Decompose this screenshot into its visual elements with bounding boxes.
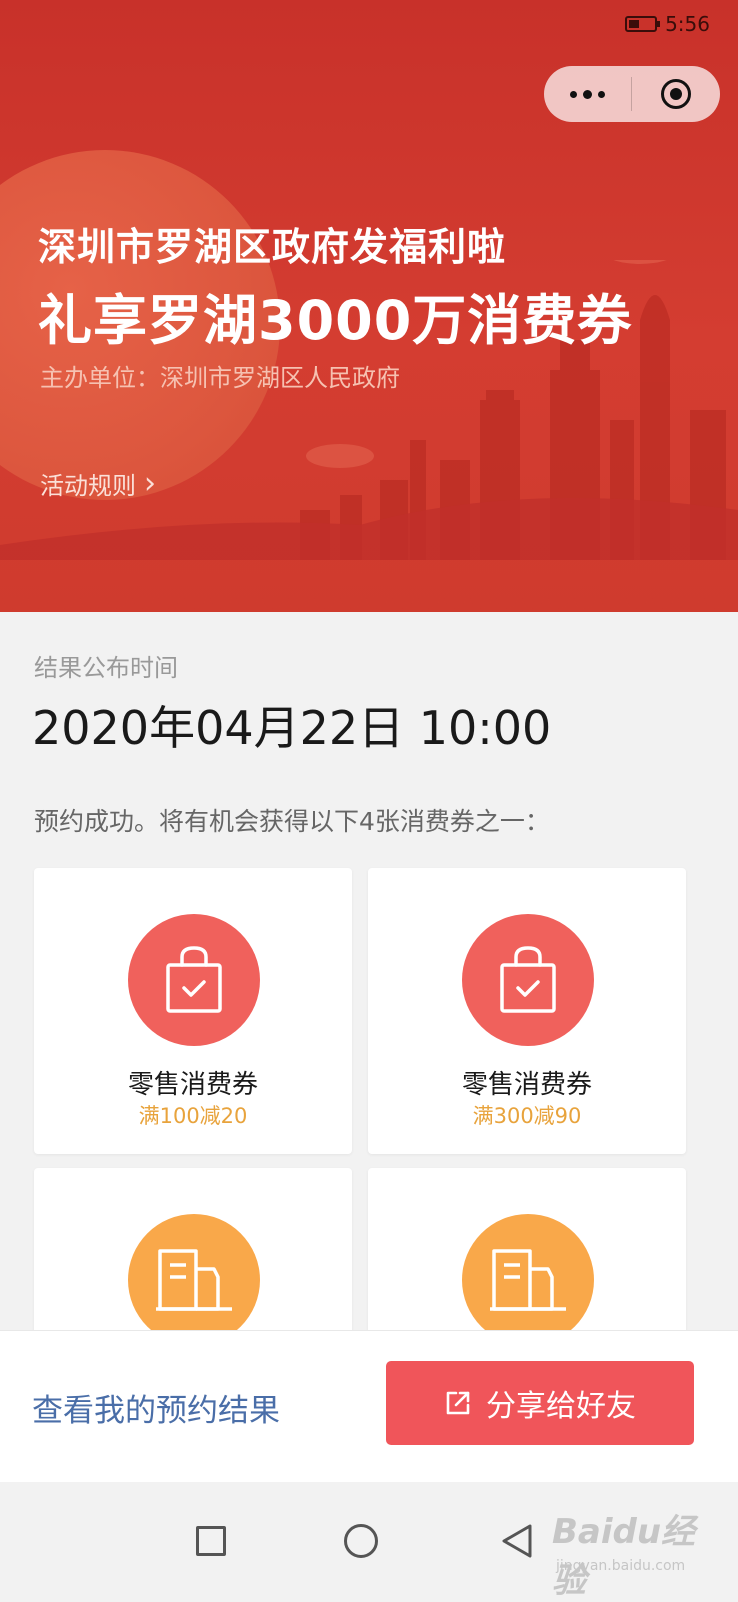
watermark-sub-text: jingyan.baidu.com: [556, 1558, 686, 1574]
share-to-friends-button[interactable]: 分享给好友: [386, 1361, 694, 1445]
target-circle-icon: [661, 79, 691, 109]
coupon-icon-circle: [128, 1214, 260, 1346]
home-button[interactable]: [338, 1518, 384, 1564]
coupon-icon-circle: [462, 914, 594, 1046]
chevron-right-icon: ›: [144, 465, 156, 501]
building-icon: [156, 1249, 232, 1311]
dot-icon: [583, 89, 592, 99]
result-datetime: 2020年04月22日 10:00: [32, 701, 552, 755]
coupon-icon-circle: [462, 1214, 594, 1346]
watermark-main-text: Baidu经验: [552, 1512, 696, 1601]
banner-title-line2: 礼享罗湖3000万消费券: [38, 289, 633, 352]
scalloped-edge: [0, 598, 738, 620]
status-time: 5:56: [665, 12, 710, 36]
baidu-watermark: Baidu经验 jingyan.baidu.com: [552, 1498, 722, 1601]
result-time-label: 结果公布时间: [34, 654, 178, 682]
shopping-bag-icon: [166, 946, 222, 1013]
share-button-label: 分享给好友: [486, 1389, 636, 1424]
coupon-desc: 满300减90: [472, 1104, 582, 1128]
shopping-bag-icon: [500, 946, 556, 1013]
bottom-action-bar: 查看我的预约结果 分享给好友: [0, 1330, 738, 1483]
share-icon: [446, 1391, 470, 1415]
coupon-desc: 满100减20: [138, 1104, 248, 1128]
activity-rules-link[interactable]: 活动规则 ›: [40, 466, 156, 501]
reservation-notice: 预约成功。将有机会获得以下4张消费券之一：: [34, 807, 550, 836]
activity-banner: 5:56 深圳市罗湖区政府发福利啦 礼享罗湖3000万消费券 主办单位：深圳市罗…: [0, 0, 738, 612]
miniprogram-capsule: [544, 66, 720, 122]
coupon-name: 零售消费券: [461, 1070, 592, 1100]
coupon-card[interactable]: 零售消费券 满100减20: [34, 868, 352, 1154]
back-button[interactable]: [494, 1518, 540, 1564]
circle-icon: [344, 1524, 378, 1558]
back-triangle-icon: [502, 1524, 532, 1558]
building-icon: [490, 1249, 566, 1311]
battery-icon: [625, 16, 661, 32]
organizer-text: 主办单位：深圳市罗湖区人民政府: [40, 364, 400, 392]
coupon-name: 零售消费券: [127, 1070, 258, 1100]
close-miniprogram-button[interactable]: [632, 66, 720, 122]
coupon-card[interactable]: 零售消费券 满300减90: [368, 868, 686, 1154]
more-options-button[interactable]: [544, 66, 631, 122]
rules-link-label: 活动规则: [40, 472, 136, 500]
dot-icon: [598, 90, 605, 98]
view-my-result-link[interactable]: 查看我的预约结果: [32, 1385, 280, 1430]
coupon-icon-circle: [128, 914, 260, 1046]
recent-apps-button[interactable]: [188, 1518, 234, 1564]
square-icon: [196, 1526, 226, 1556]
dot-icon: [570, 90, 577, 98]
status-bar: 5:56: [625, 12, 710, 36]
banner-title-line1: 深圳市罗湖区政府发福利啦: [38, 225, 507, 269]
